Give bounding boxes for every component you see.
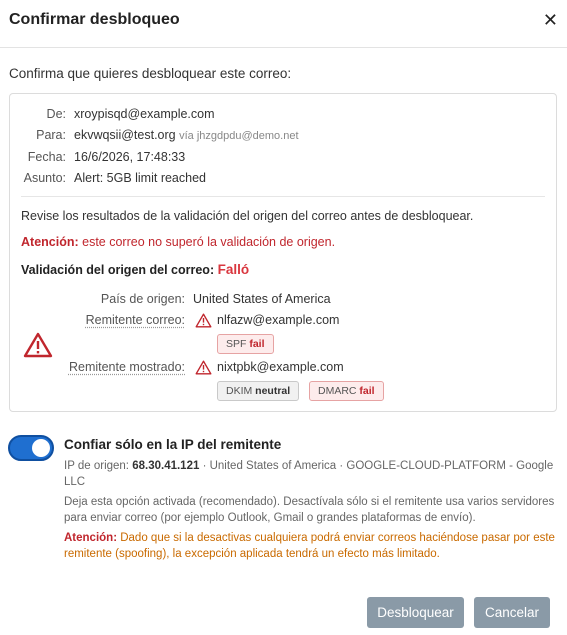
sender-label[interactable]: Remitente correo: <box>86 313 185 327</box>
validation-title: Validación del origen del correo: Falló <box>21 262 249 277</box>
dkim-name: DKIM <box>226 385 253 397</box>
dkim-result: neutral <box>255 385 291 397</box>
ip-value: 68.30.41.121 <box>132 460 200 472</box>
email-details-panel: De: xroypisqd@example.com Para: ekvwqsii… <box>9 93 557 412</box>
intro-text: Confirma que quieres desbloquear este co… <box>9 66 292 81</box>
to-via: vía jhzgdpdu@demo.net <box>179 130 299 142</box>
shown-sender-label[interactable]: Remitente mostrado: <box>69 360 185 374</box>
option-warning-text: Dado que si la desactivas cualquiera pod… <box>64 532 555 560</box>
subject-value: Alert: 5GB limit reached <box>74 171 206 185</box>
country-value: United States of America <box>193 292 331 306</box>
trust-ip-toggle[interactable] <box>8 435 54 461</box>
dmarc-result: fail <box>359 385 375 397</box>
to-label: Para: <box>36 128 66 142</box>
from-label: De: <box>46 107 66 121</box>
dialog-title: Confirmar desbloqueo <box>9 11 180 28</box>
option-description: Deja esta opción activada (recomendado).… <box>64 496 555 524</box>
option-warning: Atención: Dado que si la desactivas cual… <box>64 530 556 562</box>
warning-triangle-icon <box>23 332 53 358</box>
shown-sender-value: nixtpbk@example.com <box>217 360 344 374</box>
unblock-dialog: Confirmar desbloqueo ✕ Confirma que quie… <box>0 0 567 635</box>
attention-label: Atención: <box>21 235 79 249</box>
validation-status: Falló <box>217 262 250 277</box>
dmarc-name: DMARC <box>318 385 357 397</box>
close-icon[interactable]: ✕ <box>543 10 558 30</box>
origin-ip-info: IP de origen: 68.30.41.121 · United Stat… <box>64 458 556 490</box>
from-value: xroypisqd@example.com <box>74 107 215 121</box>
spf-result: fail <box>249 338 265 350</box>
attention-text: este correo no superó la validación de o… <box>82 235 336 249</box>
unblock-button[interactable]: Desbloquear <box>367 597 464 628</box>
sender-value: nlfazw@example.com <box>217 313 340 327</box>
dkim-badge: DKIM neutral <box>217 381 300 401</box>
review-note: Revise los resultados de la validación d… <box>21 209 474 223</box>
date-label: Fecha: <box>27 150 66 164</box>
toggle-knob <box>32 439 50 457</box>
option-warning-label: Atención: <box>64 532 118 544</box>
validation-title-label: Validación del origen del correo: <box>21 263 215 277</box>
dmarc-badge: DMARC fail <box>309 381 384 401</box>
dialog-header: Confirmar desbloqueo ✕ <box>0 0 567 48</box>
country-label: País de origen: <box>100 292 185 306</box>
attention-note: Atención: este correo no superó la valid… <box>21 235 335 249</box>
subject-label: Asunto: <box>23 171 66 185</box>
cancel-button[interactable]: Cancelar <box>474 597 550 628</box>
warning-icon <box>195 360 212 375</box>
trust-ip-title: Confiar sólo en la IP del remitente <box>64 437 282 452</box>
to-value: ekvwqsii@test.org <box>74 128 176 142</box>
spf-badge: SPF fail <box>217 334 274 354</box>
divider <box>21 196 545 197</box>
warning-icon <box>195 313 212 328</box>
spf-name: SPF <box>226 338 247 350</box>
date-value: 16/6/2026, 17:48:33 <box>74 150 186 164</box>
ip-label: IP de origen: <box>64 460 130 472</box>
